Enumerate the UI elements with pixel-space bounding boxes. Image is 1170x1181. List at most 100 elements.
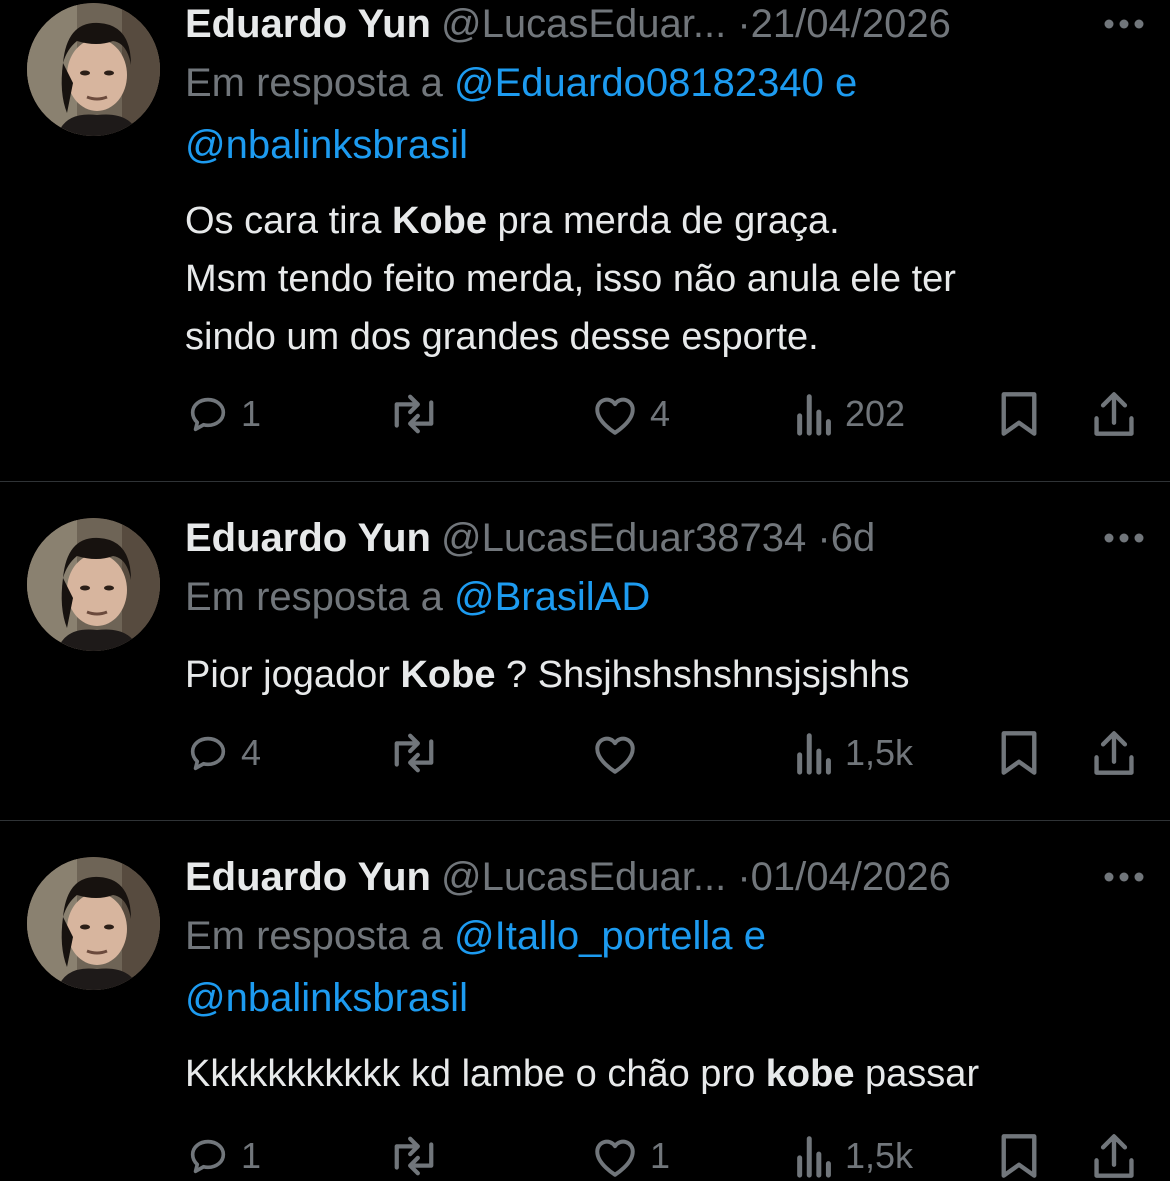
reply-mention[interactable]: @nbalinksbrasil: [185, 976, 468, 1020]
bookmark-icon: [1001, 392, 1037, 436]
tweet-text: Os cara tira Kobe pra merda de graça. Ms…: [185, 192, 1145, 366]
more-icon[interactable]: [1103, 532, 1145, 544]
timestamp[interactable]: 21/04/2026: [751, 2, 951, 46]
text-segment: sindo um dos grandes desse esporte.: [185, 316, 819, 358]
views-count: 202: [845, 393, 906, 434]
avatar[interactable]: [27, 3, 160, 136]
user-handle[interactable]: @LucasEduar...: [441, 855, 726, 899]
tweet-header: Eduardo Yun @LucasEduar... ·21/04/2026: [185, 0, 1145, 48]
action-bar: 4 1,5k: [185, 728, 1145, 778]
text-segment: ? Shsjhshshshnsjsjshhs: [495, 654, 910, 696]
user-handle[interactable]: @LucasEduar38734: [441, 516, 806, 560]
like-icon: [595, 736, 635, 774]
bookmark-button[interactable]: [997, 728, 1041, 778]
reply-count: 4: [241, 732, 262, 773]
like-button[interactable]: 4: [590, 389, 670, 439]
text-segment: Pior jogador: [185, 654, 401, 696]
share-icon: [1094, 392, 1134, 436]
avatar[interactable]: [27, 518, 160, 651]
retweet-button[interactable]: [385, 728, 453, 778]
retweet-button[interactable]: [385, 1131, 453, 1181]
reply-count: 1: [241, 393, 262, 434]
highlighted-term: kobe: [765, 1053, 855, 1095]
like-count: 1: [650, 1135, 671, 1176]
like-icon: [595, 1139, 635, 1177]
display-name[interactable]: Eduardo Yun: [185, 516, 431, 560]
retweet-button[interactable]: [385, 389, 453, 439]
action-bar: 1 1 1,5k: [185, 1131, 1145, 1181]
action-bar: 1 4 202: [185, 389, 1145, 439]
timestamp[interactable]: 6d: [831, 516, 876, 560]
bookmark-icon: [1001, 731, 1037, 775]
views-count: 1,5k: [845, 1135, 914, 1176]
separator-dot: ·: [817, 516, 831, 560]
reply-icon: [190, 397, 226, 432]
reply-prefix: Em resposta a: [185, 575, 443, 619]
more-icon[interactable]: [1103, 18, 1145, 30]
retweet-icon: [394, 394, 434, 434]
text-segment: Os cara tira: [185, 200, 392, 242]
views-button[interactable]: 202: [795, 389, 905, 439]
reply-button[interactable]: 1: [185, 1131, 261, 1181]
share-button[interactable]: [1090, 728, 1138, 778]
separator-dot: ·: [737, 855, 751, 899]
tweet[interactable]: Eduardo Yun @LucasEduar38734 ·6d Em respo…: [0, 482, 1170, 820]
reply-icon: [190, 736, 226, 771]
reply-context: Em resposta a @Eduardo08182340 e @nbalin…: [185, 52, 1145, 176]
views-count: 1,5k: [845, 732, 914, 773]
avatar-image: [27, 857, 160, 990]
retweet-icon: [394, 733, 434, 773]
views-icon: [797, 394, 831, 436]
reply-prefix: Em resposta a: [185, 61, 443, 105]
separator-dot: ·: [737, 2, 751, 46]
reply-icon: [190, 1139, 226, 1174]
reply-context: Em resposta a @Itallo_portella e @nbalin…: [185, 905, 1145, 1029]
text-segment: pra merda de graça.: [486, 200, 840, 242]
avatar[interactable]: [27, 857, 160, 990]
tweet[interactable]: Eduardo Yun @LucasEduar... ·01/04/2026 Em…: [0, 821, 1170, 1178]
highlighted-term: Kobe: [391, 200, 487, 242]
tweet[interactable]: Eduardo Yun @LucasEduar... ·21/04/2026 Em…: [0, 0, 1170, 481]
bookmark-button[interactable]: [997, 389, 1041, 439]
avatar-image: [27, 3, 160, 136]
like-count: 4: [650, 393, 671, 434]
views-icon: [797, 1136, 831, 1178]
share-button[interactable]: [1090, 1131, 1138, 1181]
share-icon: [1094, 731, 1134, 775]
reply-mention[interactable]: @nbalinksbrasil: [185, 123, 468, 167]
display-name[interactable]: Eduardo Yun: [185, 855, 431, 899]
like-button[interactable]: [590, 728, 650, 778]
tweet-header: Eduardo Yun @LucasEduar... ·01/04/2026: [185, 853, 1145, 901]
tweet-header: Eduardo Yun @LucasEduar38734 ·6d: [185, 514, 1145, 562]
share-button[interactable]: [1090, 389, 1138, 439]
highlighted-term: Kobe: [400, 654, 496, 696]
more-icon[interactable]: [1103, 871, 1145, 883]
reply-count: 1: [241, 1135, 262, 1176]
user-handle[interactable]: @LucasEduar...: [441, 2, 726, 46]
views-button[interactable]: 1,5k: [795, 728, 913, 778]
reply-context: Em resposta a @BrasilAD: [185, 566, 1145, 628]
like-button[interactable]: 1: [590, 1131, 670, 1181]
text-segment: Kkkkkkkkkkk kd lambe o chão pro: [185, 1053, 766, 1095]
reply-prefix: Em resposta a: [185, 914, 443, 958]
reply-mention[interactable]: @BrasilAD: [454, 575, 650, 619]
text-segment: Msm tendo feito merda, isso não anula el…: [185, 258, 956, 300]
tweet-text: Kkkkkkkkkkk kd lambe o chão pro kobe pas…: [185, 1045, 1145, 1103]
reply-button[interactable]: 4: [185, 728, 261, 778]
tweet-text: Pior jogador Kobe ? Shsjhshshshnsjsjshhs: [185, 646, 1145, 704]
bookmark-icon: [1001, 1134, 1037, 1178]
like-icon: [595, 397, 635, 435]
views-button[interactable]: 1,5k: [795, 1131, 913, 1181]
bookmark-button[interactable]: [997, 1131, 1041, 1181]
reply-mention[interactable]: @Itallo_portella: [454, 914, 733, 958]
timestamp[interactable]: 01/04/2026: [751, 855, 951, 899]
reply-conjunction: e: [743, 914, 766, 958]
reply-button[interactable]: 1: [185, 389, 261, 439]
reply-mention[interactable]: @Eduardo08182340: [454, 61, 824, 105]
views-icon: [797, 733, 831, 775]
avatar-image: [27, 518, 160, 651]
display-name[interactable]: Eduardo Yun: [185, 2, 431, 46]
reply-conjunction: e: [834, 61, 858, 105]
share-icon: [1094, 1134, 1134, 1178]
text-segment: passar: [854, 1053, 980, 1095]
